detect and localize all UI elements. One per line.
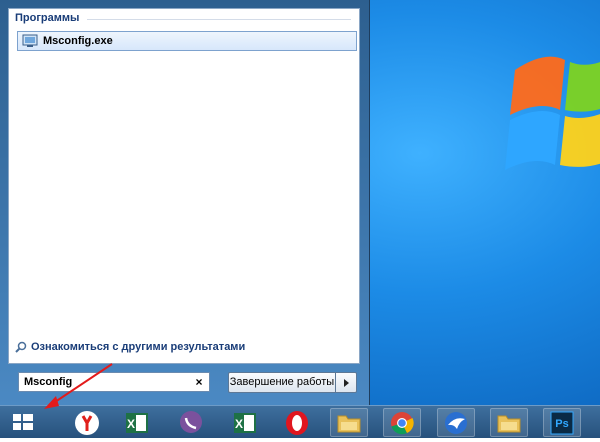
taskbar-excel-1[interactable]: X — [118, 408, 156, 437]
shutdown-button[interactable]: Завершение работы — [228, 372, 335, 393]
clear-search-button[interactable]: × — [192, 374, 206, 390]
bird-app-icon — [445, 411, 467, 434]
search-value: Msconfig — [24, 376, 73, 388]
result-item-msconfig[interactable]: Msconfig.exe — [17, 31, 357, 51]
opera-icon — [286, 410, 308, 435]
taskbar-excel-2[interactable]: X — [226, 408, 264, 437]
chrome-icon — [391, 411, 414, 434]
taskbar-chrome[interactable] — [383, 408, 421, 437]
taskbar-opera[interactable] — [278, 408, 316, 437]
folder-icon — [497, 415, 521, 432]
start-button[interactable] — [4, 408, 42, 437]
yandex-browser-icon — [75, 410, 99, 435]
section-title-programs: Программы — [15, 12, 80, 24]
taskbar-yandex-browser[interactable] — [68, 408, 106, 437]
search-input[interactable]: Msconfig × — [18, 372, 210, 392]
start-menu: Программы Msconfig.exe Ознакомиться с др… — [0, 0, 370, 405]
windows-logo-wallpaper — [505, 56, 600, 170]
photoshop-icon: Ps — [550, 411, 574, 434]
taskbar-explorer-1[interactable] — [330, 408, 368, 437]
excel-icon: X — [234, 412, 256, 433]
photoshop-label: Ps — [555, 418, 568, 430]
folder-icon — [337, 415, 361, 432]
see-more-label: Ознакомиться с другими результатами — [31, 341, 246, 353]
excel-icon: X — [126, 412, 148, 433]
section-divider — [87, 19, 351, 20]
msconfig-icon — [22, 34, 38, 47]
windows-start-icon — [13, 414, 33, 430]
see-more-results-link[interactable]: Ознакомиться с другими результатами — [15, 341, 245, 353]
taskbar-bird-app[interactable] — [437, 408, 475, 437]
excel-letter: X — [235, 417, 243, 431]
search-results-panel: Программы Msconfig.exe Ознакомиться с др… — [8, 8, 360, 364]
viber-icon — [180, 410, 202, 433]
shutdown-options-arrow[interactable] — [335, 372, 357, 393]
result-label: Msconfig.exe — [43, 35, 113, 47]
taskbar-viber[interactable] — [172, 408, 210, 437]
excel-letter: X — [127, 417, 135, 431]
taskbar-photoshop[interactable]: Ps — [543, 408, 581, 437]
magnifier-icon — [15, 341, 27, 353]
taskbar-explorer-2[interactable] — [490, 408, 528, 437]
taskbar: X X Ps — [0, 405, 600, 438]
